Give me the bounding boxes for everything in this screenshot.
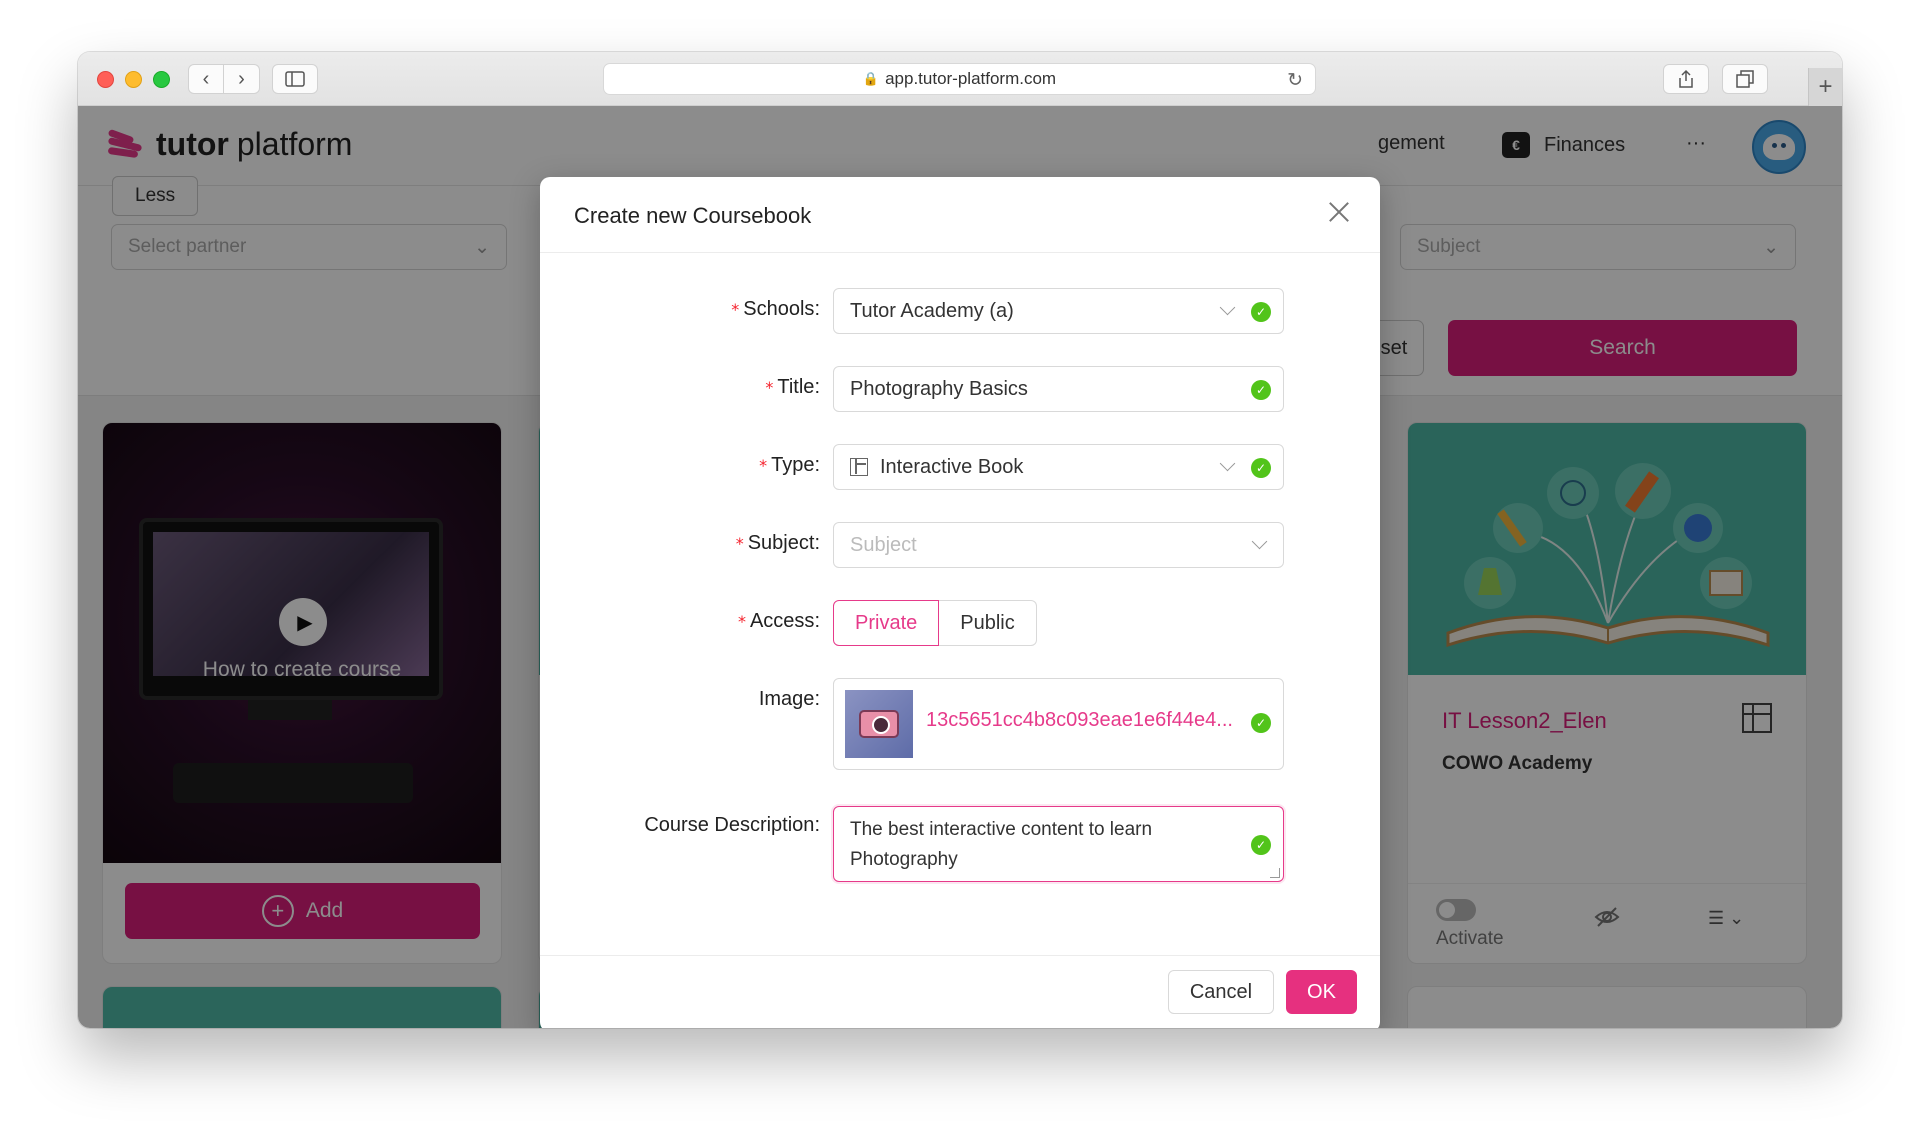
chevron-down-icon [1219, 299, 1236, 316]
required-mark: * [765, 378, 774, 397]
title-label: * Title: [765, 376, 820, 399]
title-value: Photography Basics [850, 377, 1028, 400]
colon: : [814, 814, 820, 836]
required-mark: * [737, 612, 746, 631]
required-mark: * [735, 534, 744, 553]
browser-toolbar: ‹ › 🔒 app.tutor-platform.com ↻ + [78, 52, 1842, 106]
back-icon[interactable]: ‹ [188, 64, 224, 94]
close-icon[interactable] [1328, 201, 1350, 223]
colon: : [814, 532, 820, 554]
dialog-footer: Cancel OK [540, 955, 1380, 1028]
close-window-button[interactable] [97, 71, 114, 88]
colon: : [814, 454, 820, 476]
app-viewport: tutor platform gement € Finances ··· Les… [78, 106, 1842, 1028]
resize-handle-icon[interactable] [1270, 868, 1280, 878]
tabs-overview-icon[interactable] [1722, 64, 1768, 94]
course-description-textarea[interactable]: The best interactive content to learn Ph… [833, 806, 1284, 882]
required-mark: * [759, 456, 768, 475]
url-text: app.tutor-platform.com [885, 69, 1057, 88]
subject-select[interactable]: Subject [833, 522, 1284, 568]
browser-window: ‹ › 🔒 app.tutor-platform.com ↻ + tutor p… [78, 52, 1842, 1028]
colon: : [814, 610, 820, 632]
minimize-window-button[interactable] [125, 71, 142, 88]
check-circle-icon: ✓ [1251, 302, 1271, 322]
description-label-text: Course Description [644, 814, 815, 836]
chevron-down-icon [1251, 533, 1268, 550]
type-select[interactable]: Interactive Book ✓ [833, 444, 1284, 490]
access-label-text: Access [749, 610, 815, 632]
schools-label: * Schools: [731, 298, 820, 321]
check-circle-icon: ✓ [1251, 713, 1271, 733]
access-public-option[interactable]: Public [939, 600, 1037, 646]
create-coursebook-dialog: Create new Coursebook * Schools: Tutor Ac… [540, 177, 1380, 1028]
dialog-header: Create new Coursebook [540, 177, 1380, 253]
type-value: Interactive Book [880, 455, 1024, 478]
forward-icon[interactable]: › [224, 64, 260, 94]
colon: : [814, 376, 820, 398]
description-label: Course Description: [644, 814, 820, 837]
image-label: Image: [759, 688, 820, 711]
schools-select[interactable]: Tutor Academy (a) ✓ [833, 288, 1284, 334]
subject-label-text: Subject [747, 532, 815, 554]
lock-icon: 🔒 [862, 71, 880, 86]
check-circle-icon: ✓ [1251, 835, 1271, 855]
type-label: * Type: [759, 454, 820, 477]
image-file-name[interactable]: 13c5651cc4b8c093eae1e6f44e4... [926, 709, 1256, 732]
check-circle-icon: ✓ [1251, 458, 1271, 478]
colon: : [814, 298, 820, 320]
ok-button[interactable]: OK [1286, 970, 1357, 1014]
cancel-button[interactable]: Cancel [1168, 970, 1274, 1014]
subject-label: * Subject: [736, 532, 820, 555]
camera-icon [859, 710, 899, 738]
schools-label-text: Schools [743, 298, 815, 320]
sidebar-toggle-icon[interactable] [272, 64, 318, 94]
access-label: * Access: [738, 610, 820, 633]
image-label-text: Image [758, 688, 815, 710]
maximize-window-button[interactable] [153, 71, 170, 88]
share-icon[interactable] [1663, 64, 1709, 94]
new-tab-icon[interactable]: + [1808, 68, 1842, 106]
image-upload[interactable]: 13c5651cc4b8c093eae1e6f44e4... ✓ [833, 678, 1284, 770]
interactive-book-icon [850, 458, 868, 476]
address-bar[interactable]: 🔒 app.tutor-platform.com ↻ [603, 63, 1316, 95]
description-value: The best interactive content to learn Ph… [850, 819, 1153, 870]
schools-value: Tutor Academy (a) [850, 299, 1014, 322]
colon: : [814, 688, 820, 710]
required-mark: * [731, 300, 740, 319]
chevron-down-icon [1219, 455, 1236, 472]
subject-placeholder: Subject [850, 533, 917, 556]
access-private-option[interactable]: Private [833, 600, 940, 646]
image-thumbnail [845, 690, 913, 758]
title-input[interactable]: Photography Basics ✓ [833, 366, 1284, 412]
type-label-text: Type [771, 454, 815, 476]
access-radio-group: Private Public [833, 600, 1037, 646]
dialog-title: Create new Coursebook [574, 203, 812, 228]
reload-icon[interactable]: ↻ [1287, 69, 1303, 92]
check-circle-icon: ✓ [1251, 380, 1271, 400]
history-nav: ‹ › [188, 64, 260, 94]
title-label-text: Title [777, 376, 815, 398]
